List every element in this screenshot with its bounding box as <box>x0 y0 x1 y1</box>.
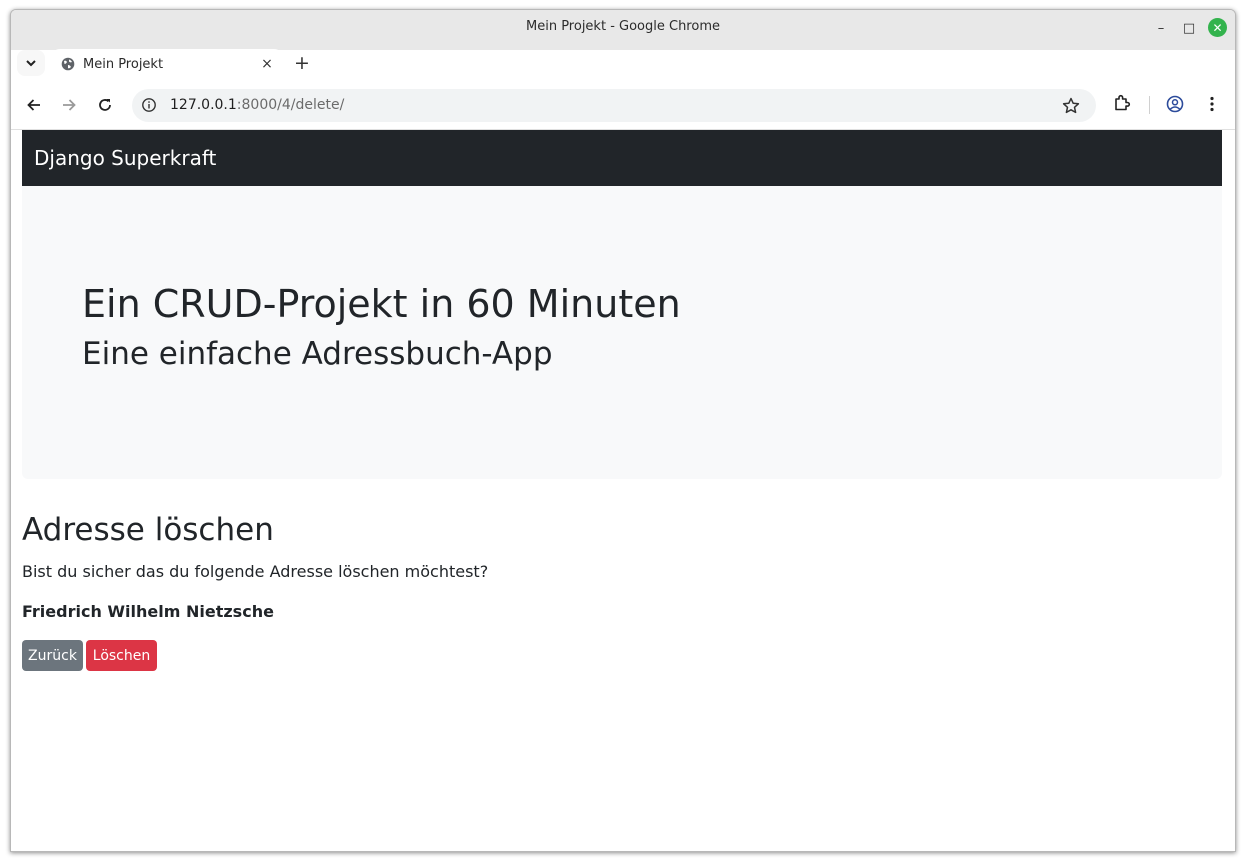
forward-icon <box>63 99 76 111</box>
url-path: :8000/4/delete/ <box>236 97 345 113</box>
back-button[interactable] <box>22 93 46 117</box>
browser-window: Mein Projekt - Google Chrome – □ ✕ Mein … <box>10 9 1236 852</box>
toolbar-divider <box>1149 96 1150 114</box>
forward-button[interactable] <box>57 93 81 117</box>
maximize-button[interactable]: □ <box>1179 18 1199 38</box>
delete-button[interactable]: Löschen <box>86 640 157 671</box>
minimize-button[interactable]: – <box>1151 18 1171 38</box>
jumbotron: Ein CRUD-Projekt in 60 Minuten Eine einf… <box>22 186 1222 479</box>
page-title: Adresse löschen <box>22 512 274 548</box>
tab-mein-projekt[interactable]: Mein Projekt × <box>51 49 283 82</box>
extensions-icon[interactable] <box>1112 93 1132 113</box>
new-tab-button[interactable]: + <box>291 52 313 74</box>
tab-expand-icon <box>26 60 36 67</box>
confirm-question: Bist du sicher das du folgende Adresse l… <box>22 562 489 581</box>
jumbotron-subtitle: Eine einfache Adressbuch-App <box>82 336 553 372</box>
url-host: 127.0.0.1 <box>170 97 237 113</box>
back-icon <box>27 99 40 111</box>
title-bar: Mein Projekt - Google Chrome – □ ✕ <box>11 10 1235 50</box>
window-title: Mein Projekt - Google Chrome <box>526 19 720 34</box>
globe-icon <box>61 57 75 71</box>
info-icon[interactable] <box>141 97 157 113</box>
site-navbar: Django Superkraft <box>22 130 1222 186</box>
jumbotron-title: Ein CRUD-Projekt in 60 Minuten <box>82 282 681 326</box>
tab-close-button[interactable]: × <box>258 55 276 73</box>
close-window-button[interactable]: ✕ <box>1208 18 1227 37</box>
reload-icon <box>99 99 111 111</box>
tab-search-button[interactable] <box>17 50 45 76</box>
tab-title: Mein Projekt <box>83 57 164 72</box>
star-icon[interactable] <box>1061 96 1081 116</box>
page-content: Django Superkraft Ein CRUD-Projekt in 60… <box>11 130 1235 851</box>
back-link-button[interactable]: Zurück <box>22 640 83 671</box>
navbar-brand[interactable]: Django Superkraft <box>34 146 216 170</box>
profile-icon[interactable] <box>1165 94 1185 114</box>
desktop: Mein Projekt - Google Chrome – □ ✕ Mein … <box>0 0 1250 866</box>
reload-button[interactable] <box>93 93 117 117</box>
menu-icon[interactable] <box>1202 94 1222 114</box>
address-bar[interactable]: 127.0.0.1:8000/4/delete/ <box>132 89 1096 122</box>
address-name: Friedrich Wilhelm Nietzsche <box>22 602 274 621</box>
browser-toolbar: 127.0.0.1:8000/4/delete/ <box>11 82 1235 130</box>
url-text[interactable]: 127.0.0.1:8000/4/delete/ <box>170 97 344 113</box>
